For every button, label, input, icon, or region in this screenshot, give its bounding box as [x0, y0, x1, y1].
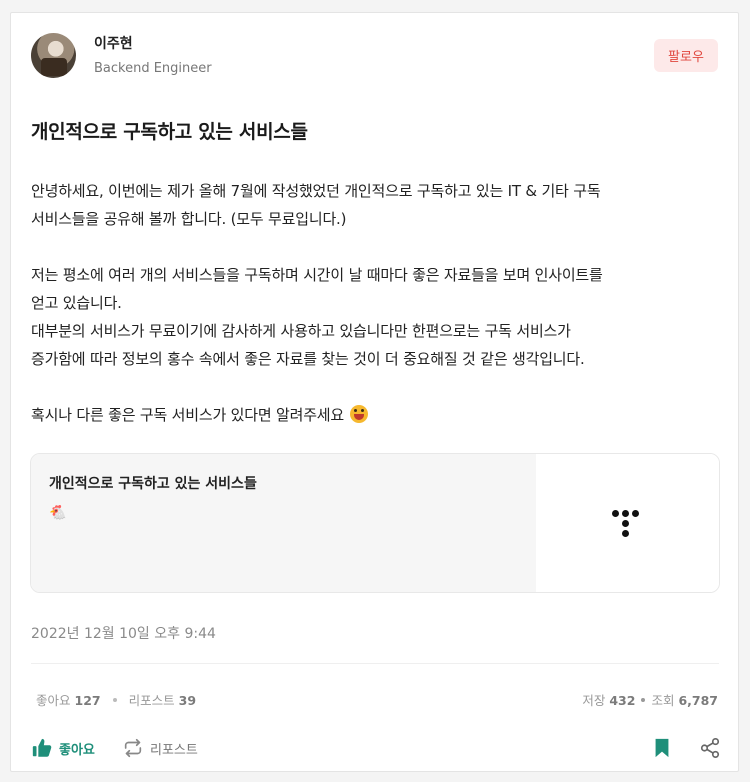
- body-line: 증가함에 따라 정보의 홍수 속에서 좋은 자료를 찾는 것이 더 중요해질 것…: [31, 350, 585, 368]
- post-card: 이주현 Backend Engineer 팔로우 개인적으로 구독하고 있는 서…: [10, 12, 739, 772]
- chicken-icon: 🐔: [49, 505, 67, 521]
- follow-button[interactable]: 팔로우: [654, 39, 718, 72]
- author-block[interactable]: 이주현 Backend Engineer: [31, 33, 212, 78]
- engagement-stats: 좋아요 127 리포스트 39: [36, 690, 196, 709]
- body-line-last: 혹시나 다른 좋은 구독 서비스가 있다면 알려주세요: [31, 401, 721, 429]
- author-role: Backend Engineer: [94, 60, 212, 76]
- separator-dot: [641, 697, 646, 702]
- view-stats: 저장 432 조회 6,787: [582, 690, 718, 709]
- repost-icon: [124, 738, 142, 758]
- avatar[interactable]: [31, 33, 76, 78]
- winking-tongue-emoji-icon: [350, 405, 369, 423]
- likes-stat[interactable]: 좋아요 127: [36, 690, 101, 709]
- like-label: 좋아요: [59, 742, 95, 758]
- share-icon: [700, 738, 720, 758]
- repost-button[interactable]: 리포스트: [122, 737, 198, 759]
- body-line: 서비스들을 공유해 볼까 합니다. (모두 무료입니다.): [31, 210, 347, 228]
- post-date: 2022년 12월 10일 오후 9:44: [31, 626, 216, 642]
- body-line: 저는 평소에 여러 개의 서비스들을 구독하며 시간이 날 때마다 좋은 자료들…: [31, 266, 603, 284]
- body-line: 안녕하세요, 이번에는 제가 올해 7월에 작성했었던 개인적으로 구독하고 있…: [31, 182, 601, 200]
- saves-stat: 저장 432: [582, 693, 636, 708]
- repost-label: 리포스트: [150, 742, 198, 758]
- body-line-text: 혹시나 다른 좋은 구독 서비스가 있다면 알려주세요: [31, 406, 345, 424]
- bookmark-icon: [655, 738, 669, 758]
- thumbs-up-icon: [32, 738, 52, 757]
- separator-dot: [112, 697, 117, 702]
- views-stat: 조회 6,787: [651, 693, 718, 708]
- author-name[interactable]: 이주현: [94, 34, 212, 54]
- post-title: 개인적으로 구독하고 있는 서비스들: [31, 121, 308, 143]
- link-preview-title: 개인적으로 구독하고 있는 서비스들: [49, 476, 257, 492]
- like-button[interactable]: 좋아요: [31, 737, 95, 759]
- bookmark-button[interactable]: [651, 737, 673, 763]
- post-body: 안녕하세요, 이번에는 제가 올해 7월에 작성했었던 개인적으로 구독하고 있…: [31, 177, 721, 429]
- link-preview-card[interactable]: 개인적으로 구독하고 있는 서비스들 🐔: [30, 453, 720, 593]
- site-logo-icon: [612, 510, 648, 544]
- link-preview-thumbnail: [536, 454, 719, 592]
- reposts-stat[interactable]: 리포스트 39: [129, 690, 196, 709]
- body-line: 얻고 있습니다.: [31, 294, 122, 312]
- body-line: 대부분의 서비스가 무료이기에 감사하게 사용하고 있습니다만 한편으로는 구독…: [31, 322, 571, 340]
- divider: [31, 663, 719, 664]
- action-bar: 좋아요 리포스트: [31, 737, 721, 761]
- share-button[interactable]: [699, 737, 721, 763]
